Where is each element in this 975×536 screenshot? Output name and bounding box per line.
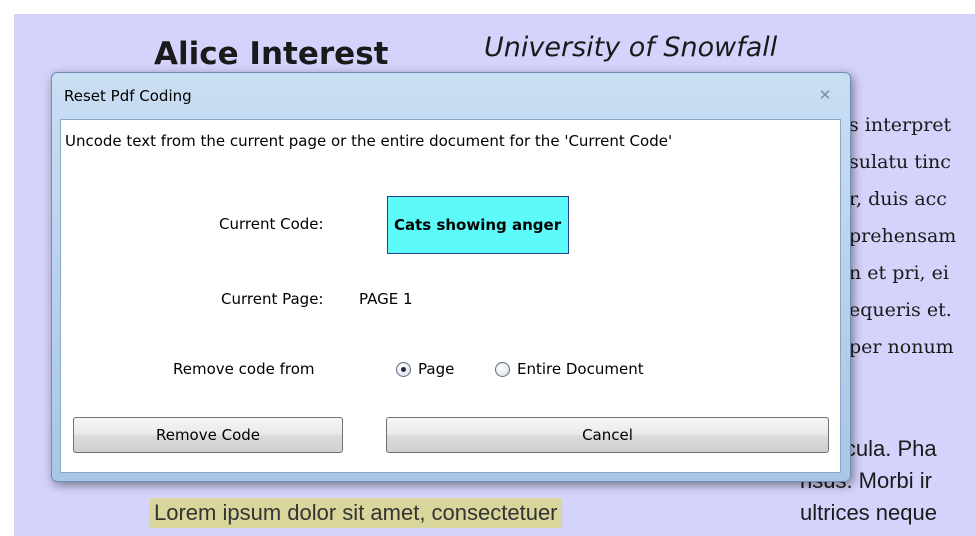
current-code-value: Cats showing anger	[387, 196, 569, 254]
document-text-line: equeris et.	[849, 299, 952, 321]
document-text-line: r, duis acc	[849, 188, 947, 210]
cancel-button[interactable]: Cancel	[386, 417, 829, 453]
document-text-line: per nonum	[849, 336, 954, 358]
document-text-line: n et pri, ei	[849, 262, 949, 284]
document-text-line: prehensam	[849, 225, 957, 247]
page-radio[interactable]	[396, 362, 411, 377]
remove-code-from-label: Remove code from	[173, 360, 315, 378]
remove-code-button[interactable]: Remove Code	[73, 417, 343, 453]
reset-pdf-coding-dialog: Reset Pdf Coding ✕ Uncode text from the …	[51, 72, 851, 482]
dialog-titlebar[interactable]: Reset Pdf Coding ✕	[52, 73, 850, 121]
dialog-title: Reset Pdf Coding	[64, 87, 192, 105]
document-text-line: s interpret	[849, 114, 952, 136]
document-text-line: ultrices neque	[800, 500, 937, 525]
page-radio-label[interactable]: Page	[418, 360, 454, 378]
entire-document-radio-label[interactable]: Entire Document	[517, 360, 644, 378]
dialog-description: Uncode text from the current page or the…	[65, 132, 673, 150]
entire-document-radio[interactable]	[495, 362, 510, 377]
document-text-line: sulatu tinc	[849, 151, 951, 173]
document-text-line: icula. Pha	[840, 436, 937, 461]
current-page-value: PAGE 1	[359, 290, 413, 308]
current-page-label: Current Page:	[221, 290, 324, 308]
document-author-title: Alice Interest	[154, 36, 389, 72]
highlighted-text: Lorem ipsum dolor sit amet, consectetuer	[150, 498, 562, 528]
current-code-label: Current Code:	[219, 215, 324, 233]
close-icon[interactable]: ✕	[814, 85, 836, 105]
document-affiliation: University of Snowfall	[484, 32, 778, 63]
